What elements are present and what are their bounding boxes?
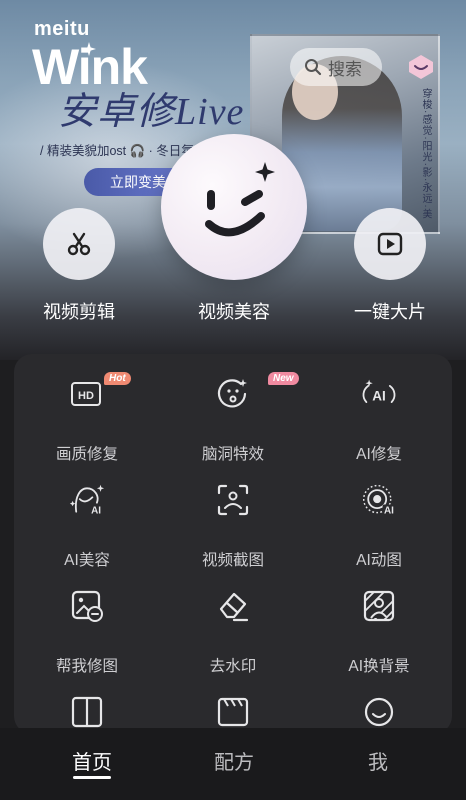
face-sparkle-icon [215, 376, 251, 412]
ai-live-icon: AI [361, 482, 397, 518]
tool-ai-repair[interactable]: AI AI修复 [306, 354, 452, 463]
svg-text:AI: AI [91, 506, 101, 517]
tool-video-screenshot[interactable]: 视频截图 [160, 460, 306, 569]
tool-remove-watermark[interactable]: 去水印 [160, 566, 306, 675]
tool-quality-repair[interactable]: HD Hot 画质修复 [14, 354, 160, 463]
photo-edit-icon [69, 588, 105, 624]
meitu-logo: meitu [34, 18, 90, 40]
nav-active-indicator [73, 776, 111, 779]
tool-ai-beauty[interactable]: AI AI美容 [14, 460, 160, 569]
video-edit-label[interactable]: 视频剪辑 [19, 298, 139, 324]
ai-sparkle-icon: AI [361, 376, 397, 412]
clapperboard-icon [215, 694, 251, 730]
tool-help-me-retouch[interactable]: 帮我修图 [14, 566, 160, 675]
hd-icon: HD [69, 376, 105, 412]
banner-headline: 安卓修Live [58, 91, 245, 133]
screenshot-icon [215, 482, 251, 518]
scissors-icon [67, 232, 91, 256]
video-beauty-button[interactable] [161, 134, 307, 280]
one-click-movie-button[interactable] [354, 208, 426, 280]
one-click-movie-label[interactable]: 一键大片 [330, 298, 450, 324]
hero-banner[interactable]: meitu Wink 安卓修Live / 精装美貌加ost 🎧 · 冬日氛 立即… [0, 0, 466, 360]
nav-home-tab[interactable]: 首页 [52, 746, 132, 775]
smile-icon [361, 694, 397, 730]
svg-text:HD: HD [78, 390, 94, 402]
tool-brain-effects[interactable]: New 脑洞特效 [160, 354, 306, 463]
nav-recipes-tab[interactable]: 配方 [194, 746, 274, 775]
layout-icon [69, 694, 105, 730]
search-bar[interactable]: 搜索 [290, 48, 382, 86]
sparkle-icon [82, 42, 96, 56]
tool-ai-change-background[interactable]: AI换背景 [306, 566, 452, 675]
hot-badge: Hot [104, 372, 131, 385]
wink-face-icon [205, 162, 275, 237]
video-beauty-label[interactable]: 视频美容 [174, 298, 294, 324]
play-icon [377, 232, 403, 256]
search-icon [305, 59, 322, 76]
eraser-icon [215, 588, 251, 624]
tool-ai-live[interactable]: AI AI动图 [306, 460, 452, 569]
search-placeholder: 搜索 [328, 59, 362, 79]
background-swap-icon [361, 588, 397, 624]
tools-panel: HD Hot 画质修复 New 脑洞特效 AI AI修复 AI AI美容 视频截… [14, 354, 452, 734]
video-edit-button[interactable] [43, 208, 115, 280]
vip-diamond-icon[interactable] [406, 52, 436, 82]
svg-text:AI: AI [372, 388, 386, 403]
nav-me-tab[interactable]: 我 [338, 746, 418, 775]
bottom-nav: 首页 配方 我 [0, 728, 466, 800]
ai-face-icon: AI [69, 482, 105, 518]
new-badge: New [268, 372, 299, 385]
svg-text:AI: AI [384, 506, 394, 517]
banner-vertical-caption: 穿梭·感觉·阳光·影·永远·美 [420, 88, 431, 220]
